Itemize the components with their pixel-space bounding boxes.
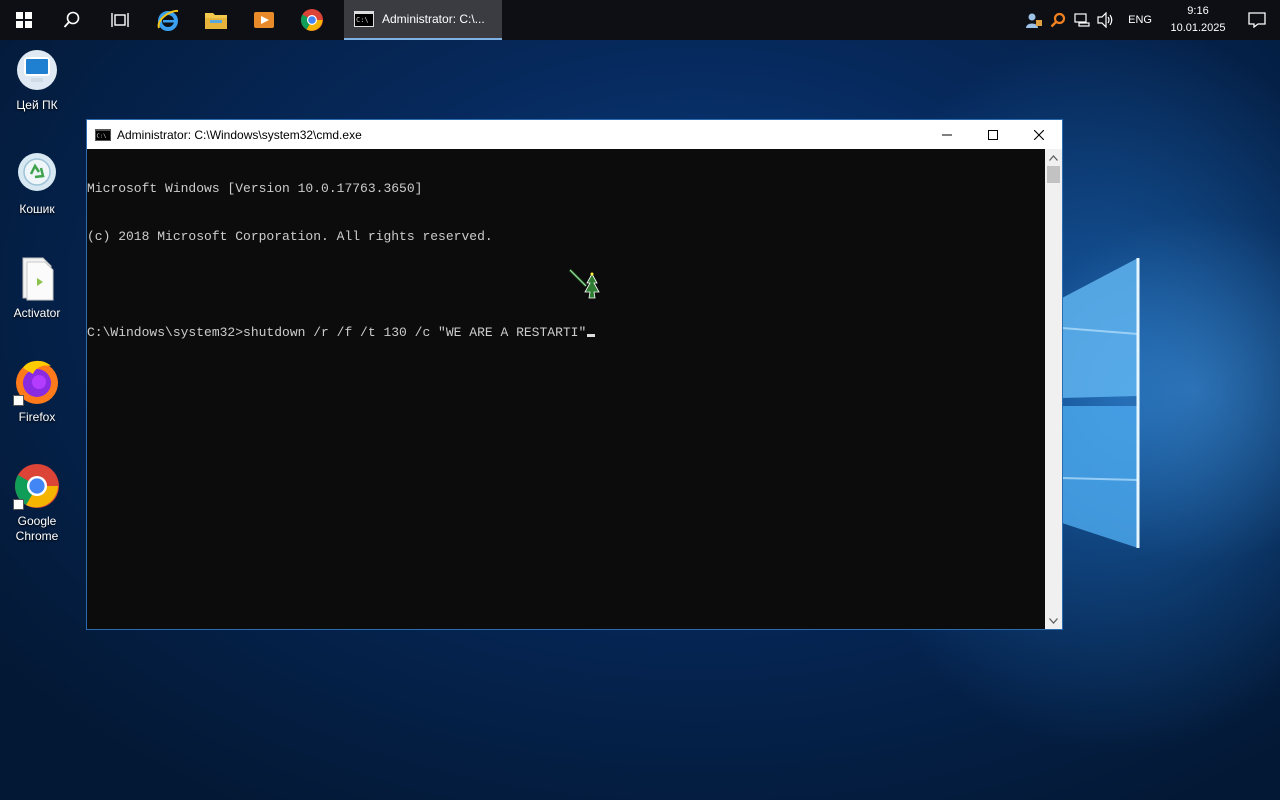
close-button[interactable] [1016,120,1062,149]
taskbar-cmd-window[interactable]: C:\ Administrator: C:\... [344,0,502,40]
taskbar-internet-explorer[interactable] [144,0,192,40]
chevron-up-icon [1049,154,1058,161]
text-caret [587,334,596,337]
cmd-icon: C:\ [95,128,111,141]
user-network-icon [1026,13,1043,28]
svg-text:C:\: C:\ [97,133,107,139]
desktop-icon-label: Firefox [18,410,56,424]
volume-icon [1097,12,1113,28]
tray-user-button[interactable] [1022,0,1046,40]
tray-network-button[interactable] [1070,0,1094,40]
computer-icon [17,50,57,90]
console-command: C:\Windows\system32>shutdown /r /f /t 13… [87,325,587,340]
task-view-button[interactable] [96,0,144,40]
desktop-icon-this-pc[interactable]: Цей ПК [4,46,70,113]
tray-search-button[interactable] [1046,0,1070,40]
minimize-button[interactable] [924,120,970,149]
taskbar-media-player[interactable] [240,0,288,40]
tray-time: 9:16 [1187,5,1209,17]
scroll-down-button[interactable] [1045,612,1062,629]
cmd-title-text: Administrator: C:\Windows\system32\cmd.e… [117,127,362,142]
svg-text:C:\: C:\ [356,16,369,24]
desktop-icon-firefox[interactable]: Firefox [4,358,70,425]
desktop-icon-google-chrome[interactable]: Google Chrome [4,462,70,544]
maximize-icon [988,129,998,140]
file-explorer-icon [205,13,227,29]
scroll-up-button[interactable] [1045,149,1062,166]
taskbar-chrome[interactable] [288,0,336,40]
cmd-title-bar[interactable]: C:\ Administrator: C:\Windows\system32\c… [87,120,1062,149]
taskbar: C:\ Administrator: C:\... ENG 9:16 10.01… [0,0,1280,40]
taskbar-search-button[interactable] [48,0,96,40]
tray-clock[interactable]: 9:16 10.01.2025 [1162,3,1234,37]
search-icon [63,11,80,28]
network-icon [1074,13,1090,27]
desktop-icon-label: Google Chrome [15,514,59,543]
cmd-icon: C:\ [354,11,374,27]
taskbar-cmd-label: Administrator: C:\... [382,12,485,26]
file-icon [22,257,54,301]
vertical-scrollbar[interactable] [1045,149,1062,629]
task-view-icon [111,13,129,27]
desktop-icon-label: Кошик [19,202,55,216]
recycle-bin-icon [18,153,56,191]
taskbar-file-explorer[interactable] [192,0,240,40]
windows-wallpaper-logo [1062,258,1140,548]
maximize-button[interactable] [970,120,1016,149]
console-output[interactable]: Microsoft Windows [Version 10.0.17763.36… [87,149,1045,629]
internet-explorer-icon [157,9,179,31]
console-line: (c) 2018 Microsoft Corporation. All righ… [87,229,493,244]
desktop-icon-label: Activator [13,306,61,320]
start-button[interactable] [0,0,48,40]
window-controls [924,120,1062,149]
console-line: Microsoft Windows [Version 10.0.17763.36… [87,181,423,196]
system-tray: ENG 9:16 10.01.2025 [1022,0,1280,40]
magnifier-icon [1050,12,1066,28]
desktop-icon-recycle-bin[interactable]: Кошик [4,150,70,217]
tray-date: 10.01.2025 [1170,22,1226,34]
notification-icon [1248,12,1266,28]
close-icon [1034,129,1044,140]
console-input-line[interactable]: C:\Windows\system32>shutdown /r /f /t 13… [87,325,1045,341]
minimize-icon [942,134,952,135]
chrome-icon [301,9,323,31]
cmd-window: C:\ Administrator: C:\Windows\system32\c… [86,119,1063,630]
scrollbar-thumb[interactable] [1047,166,1060,183]
windows-logo-icon [16,12,32,28]
desktop-icon-label: Цей ПК [16,98,58,112]
shortcut-arrow-icon [13,395,24,406]
media-player-icon [254,12,274,28]
tray-volume-button[interactable] [1094,0,1118,40]
shortcut-arrow-icon [13,499,24,510]
tray-language[interactable]: ENG [1118,14,1162,26]
action-center-button[interactable] [1234,0,1280,40]
mouse-cursor-icon [569,269,600,299]
chevron-down-icon [1049,617,1058,624]
desktop-icon-activator[interactable]: Activator [4,254,70,321]
